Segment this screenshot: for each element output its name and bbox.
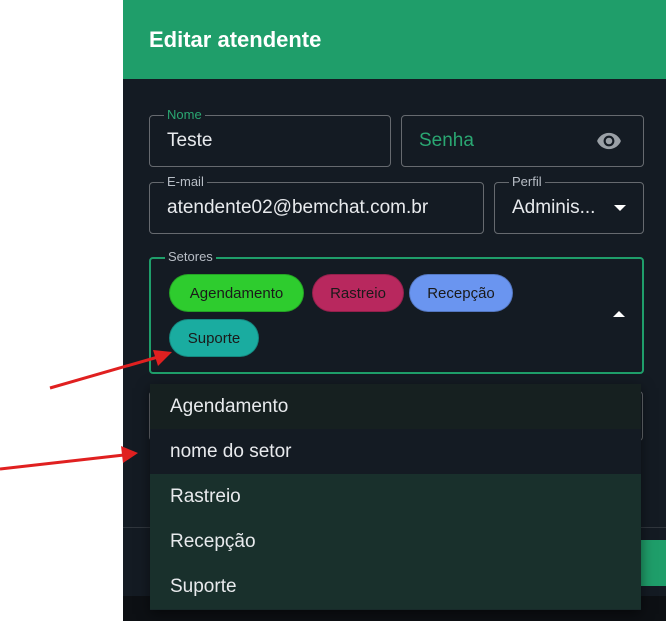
perfil-select[interactable]: Perfil Adminis... [494,174,644,234]
chip-agendamento[interactable]: Agendamento [169,274,304,312]
chip-rastreio[interactable]: Rastreio [312,274,404,312]
chevron-up-icon[interactable] [613,311,625,317]
chip-label: Recepção [427,284,495,302]
dropdown-option[interactable]: Recepção [150,519,641,564]
setores-label: Setores [165,249,216,265]
perfil-value: Adminis... [512,197,596,218]
dropdown-option[interactable]: Suporte [150,564,641,609]
chip-label: Rastreio [330,284,386,302]
chip-label: Suporte [187,329,241,347]
email-value: atendente02@bemchat.com.br [167,197,429,218]
nome-field[interactable]: Nome Teste [149,107,391,167]
dialog-header: Editar atendente [123,0,666,79]
chevron-down-icon [614,205,626,211]
senha-placeholder: Senha [419,130,474,151]
nome-label: Nome [164,107,205,123]
chip-recepcao[interactable]: Recepção [409,274,513,312]
senha-field[interactable]: Senha [401,115,644,167]
annotation-arrow [0,446,138,471]
nome-value: Teste [167,130,213,151]
email-label: E-mail [164,174,207,190]
perfil-label: Perfil [509,174,545,190]
setores-multiselect[interactable]: Setores Agendamento Rastreio Recepção Su… [149,249,644,374]
dialog-title: Editar atendente [149,27,322,52]
dropdown-option[interactable]: Rastreio [150,474,641,519]
chip-label: Agendamento [189,284,284,302]
dropdown-option[interactable]: Agendamento [150,384,641,429]
chip-suporte[interactable]: Suporte [169,319,259,357]
dropdown-option[interactable]: nome do setor [150,429,641,474]
email-field[interactable]: E-mail atendente02@bemchat.com.br [149,174,484,234]
save-button[interactable] [637,540,666,586]
setores-dropdown-menu: Agendamento nome do setor Rastreio Recep… [150,384,641,610]
visibility-icon[interactable] [595,128,623,154]
